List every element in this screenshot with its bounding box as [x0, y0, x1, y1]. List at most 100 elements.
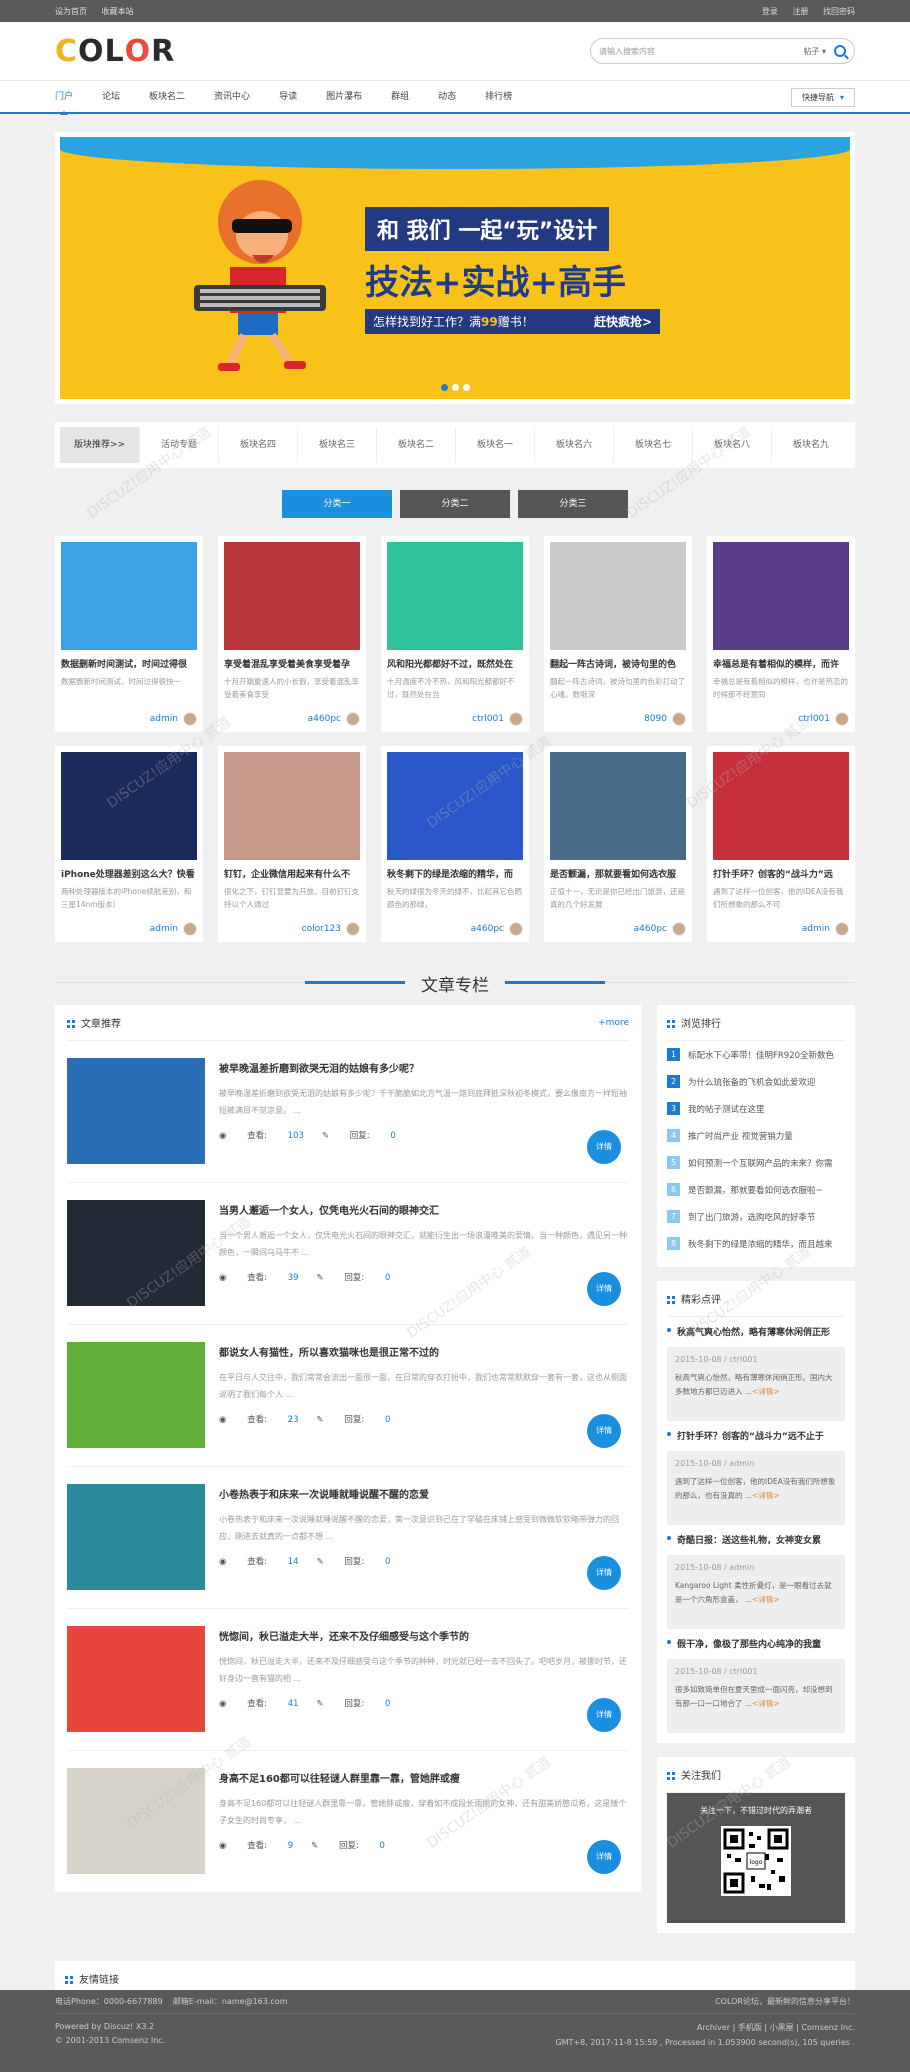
- footer-links[interactable]: Archiver | 手机版 | 小黑屋 | Comsenz Inc.: [555, 2022, 855, 2033]
- card-title[interactable]: 钉钉，企业微信用起来有什么不: [224, 867, 360, 880]
- nav-item-feed[interactable]: 动态: [438, 81, 456, 113]
- card-author-name[interactable]: ctrl001: [472, 714, 504, 724]
- card-thumbnail[interactable]: [713, 752, 849, 860]
- comment-more-link[interactable]: <详情>: [752, 1595, 780, 1604]
- card-author[interactable]: color123: [302, 922, 360, 936]
- image-card[interactable]: 打针手环？创客的“战斗力”远 遇到了这样一位创客，他的IDEA没有我们所想象的那么…: [707, 746, 855, 942]
- image-card[interactable]: 秋冬剩下的绿是浓缩的精华，而 秋天的绿很为冬天的绿不，比起其它色晒颜色的那绿， a4…: [381, 746, 529, 942]
- card-author[interactable]: ctrl001: [472, 712, 523, 726]
- image-card[interactable]: 翻起一阵古诗词，被诗句里的色 翻起一阵古诗词，被诗句里的色彩打动了心魂。数哦深 80…: [544, 536, 692, 732]
- nav-item-waterfall[interactable]: 图片瀑布: [326, 81, 362, 113]
- forum-link[interactable]: 活动专题: [140, 427, 219, 463]
- detail-button[interactable]: 详情: [587, 1130, 621, 1164]
- card-title[interactable]: 幸福总是有着相似的模样，而许: [713, 657, 849, 670]
- article-thumbnail[interactable]: [67, 1200, 205, 1306]
- card-thumbnail[interactable]: [61, 752, 197, 860]
- card-author-name[interactable]: a460pc: [471, 924, 504, 934]
- card-title[interactable]: 是否颤漏，那就要看如何选衣服: [550, 867, 686, 880]
- card-author-name[interactable]: admin: [802, 924, 830, 934]
- rank-item[interactable]: 3 我的帖子测试在这里: [667, 1095, 845, 1122]
- card-thumbnail[interactable]: [224, 542, 360, 650]
- rank-item-title[interactable]: 标配水下心率带！佳明FR920全新数色: [688, 1049, 834, 1061]
- forum-link[interactable]: 板块名六: [535, 427, 614, 463]
- card-title[interactable]: 翻起一阵古诗词，被诗句里的色: [550, 657, 686, 670]
- nav-item-guide[interactable]: 导读: [279, 81, 297, 113]
- article-thumbnail[interactable]: [67, 1058, 205, 1164]
- article-title[interactable]: 小卷热表于和床来一次说睡就睡说醒不醒的恋爱: [219, 1486, 629, 1501]
- nav-item-news[interactable]: 资讯中心: [214, 81, 250, 113]
- card-thumbnail[interactable]: [61, 542, 197, 650]
- article-title[interactable]: 身高不足160都可以往轻谜人群里靠一靠，管她胖或瘦: [219, 1770, 629, 1785]
- card-thumbnail[interactable]: [550, 752, 686, 860]
- rank-item-title[interactable]: 如何预测一个互联网产品的未来？你需: [688, 1157, 833, 1169]
- card-author-name[interactable]: ctrl001: [798, 714, 830, 724]
- rank-item[interactable]: 4 推广时尚产业 视觉营销力量: [667, 1122, 845, 1149]
- rank-item[interactable]: 8 秋冬剩下的绿是浓缩的精华，而且越来: [667, 1230, 845, 1257]
- forum-link[interactable]: 板块名一: [456, 427, 535, 463]
- comment-more-link[interactable]: <详情>: [752, 1387, 780, 1396]
- rank-item[interactable]: 2 为什么琉张备的飞机会如此爱欢迎: [667, 1068, 845, 1095]
- nav-item-board2[interactable]: 板块名二: [149, 81, 185, 113]
- avatar[interactable]: [835, 712, 849, 726]
- card-author-name[interactable]: color123: [302, 924, 341, 934]
- avatar[interactable]: [672, 712, 686, 726]
- image-card[interactable]: 幸福总是有着相似的模样，而许 幸福总是有着相似的模样，也许是热恋的时候那不经意同 c…: [707, 536, 855, 732]
- card-thumbnail[interactable]: [387, 752, 523, 860]
- avatar[interactable]: [346, 922, 360, 936]
- card-author[interactable]: a460pc: [308, 712, 360, 726]
- register-link[interactable]: 注册: [792, 7, 808, 16]
- article-thumbnail[interactable]: [67, 1342, 205, 1448]
- banner-slider[interactable]: 和 我们 一起“玩”设计 技法+实战+高手 怎样找到好工作？满99赠书！ 赶快疯抢…: [55, 132, 855, 404]
- forgot-password-link[interactable]: 找回密码: [823, 7, 855, 16]
- avatar[interactable]: [835, 922, 849, 936]
- comment-more-link[interactable]: <详情>: [752, 1491, 780, 1500]
- article-title[interactable]: 恍惚间，秋已溢走大半，还来不及仔细感受与这个季节的: [219, 1628, 629, 1643]
- avatar[interactable]: [509, 712, 523, 726]
- comment-title[interactable]: 奇酷日报：送这些礼物，女神变女累: [667, 1533, 845, 1546]
- rank-item-title[interactable]: 为什么琉张备的飞机会如此爱欢迎: [688, 1076, 816, 1088]
- banner-image[interactable]: 和 我们 一起“玩”设计 技法+实战+高手 怎样找到好工作？满99赠书！ 赶快疯抢…: [60, 137, 850, 399]
- article-title[interactable]: 被早晚温差折磨到欲哭无泪的姑娘有多少呢？: [219, 1060, 629, 1075]
- card-title[interactable]: iPhone处理器差别这么大？快看: [61, 867, 197, 880]
- card-title[interactable]: 享受着混乱享受着美食享受着孕: [224, 657, 360, 670]
- forum-link[interactable]: 板块名八: [693, 427, 772, 463]
- banner-cta-button[interactable]: 赶快疯抢>: [594, 313, 652, 330]
- card-thumbnail[interactable]: [713, 542, 849, 650]
- search-input[interactable]: 请输入搜索内容: [599, 46, 803, 57]
- avatar[interactable]: [183, 922, 197, 936]
- nav-item-groups[interactable]: 群组: [391, 81, 409, 113]
- detail-button[interactable]: 详情: [587, 1414, 621, 1448]
- nav-item-portal[interactable]: 门户: [55, 81, 73, 115]
- image-card[interactable]: iPhone处理器差别这么大？快看 两种处理器版本的iPhone续航差别，和三星1…: [55, 746, 203, 942]
- rank-item[interactable]: 1 标配水下心率带！佳明FR920全新数色: [667, 1041, 845, 1068]
- slider-dot[interactable]: [463, 384, 470, 391]
- login-link[interactable]: 登录: [762, 7, 778, 16]
- card-author-name[interactable]: admin: [150, 924, 178, 934]
- article-thumbnail[interactable]: [67, 1768, 205, 1874]
- tab-category-3[interactable]: 分类三: [518, 490, 628, 518]
- card-author-name[interactable]: admin: [150, 714, 178, 724]
- card-thumbnail[interactable]: [550, 542, 686, 650]
- card-author[interactable]: 8090: [644, 712, 686, 726]
- card-author[interactable]: a460pc: [634, 922, 686, 936]
- card-author[interactable]: admin: [150, 712, 197, 726]
- card-title[interactable]: 数据删新时间测试，时间过得很: [61, 657, 197, 670]
- forum-link[interactable]: 板块名九: [772, 427, 850, 463]
- rank-item-title[interactable]: 推广时尚产业 视觉营销力量: [688, 1130, 793, 1142]
- tab-category-1[interactable]: 分类一: [282, 490, 392, 518]
- avatar[interactable]: [509, 922, 523, 936]
- comment-more-link[interactable]: <详情>: [752, 1699, 780, 1708]
- image-card[interactable]: 是否颤漏，那就要看如何选衣服 正值十一，无论是你已经出门旅游，还是真的几个好发展 a…: [544, 746, 692, 942]
- rank-item-title[interactable]: 到了出门旅游，选购吃风的好季节: [688, 1211, 816, 1223]
- article-thumbnail[interactable]: [67, 1626, 205, 1732]
- search-type-select[interactable]: 帖子 ▾: [803, 46, 826, 57]
- card-title[interactable]: 打针手环？创客的“战斗力”远: [713, 867, 849, 880]
- card-title[interactable]: 秋冬剩下的绿是浓缩的精华，而: [387, 867, 523, 880]
- card-author-name[interactable]: a460pc: [308, 714, 341, 724]
- forum-link[interactable]: 板块名二: [377, 427, 456, 463]
- nav-item-forum[interactable]: 论坛: [102, 81, 120, 113]
- search-icon[interactable]: [834, 45, 846, 57]
- card-title[interactable]: 风和阳光都都好不过，既然处在: [387, 657, 523, 670]
- detail-button[interactable]: 详情: [587, 1556, 621, 1590]
- rank-item[interactable]: 7 到了出门旅游，选购吃风的好季节: [667, 1203, 845, 1230]
